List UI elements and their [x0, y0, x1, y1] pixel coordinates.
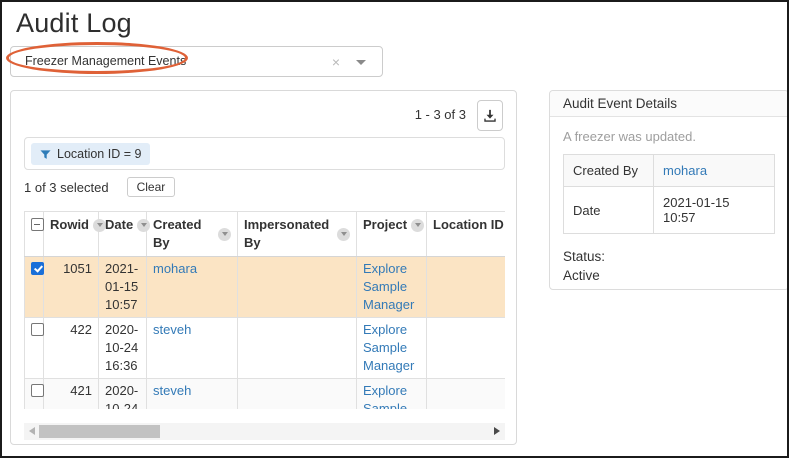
status-value: Active — [563, 266, 775, 285]
project-cell: Explore Sample Manager — [357, 379, 427, 410]
column-menu-icon[interactable] — [137, 219, 150, 232]
location-id-cell — [427, 318, 506, 379]
details-panel-body: A freezer was updated. Created By mohara… — [550, 117, 788, 297]
project-link[interactable]: Explore Sample Manager — [363, 322, 414, 373]
download-icon — [483, 109, 497, 123]
rowid-cell: 422 — [44, 318, 99, 379]
selection-status: 1 of 3 selected — [24, 180, 109, 195]
column-header-date[interactable]: Date — [99, 212, 147, 257]
details-table: Created By mohara Date 2021-01-15 10:57 — [563, 154, 775, 234]
selection-row: 1 of 3 selected Clear — [24, 175, 175, 199]
scrollbar-thumb[interactable] — [39, 425, 160, 438]
table-row: 422 2020-10-24 16:36 steveh Explore Samp… — [25, 318, 506, 379]
chevron-down-icon[interactable] — [356, 60, 366, 65]
date-cell: 2021-01-15 10:57 — [99, 257, 147, 318]
event-type-select[interactable]: Freezer Management Events × — [10, 46, 383, 77]
column-header-project[interactable]: Project — [357, 212, 427, 257]
location-id-cell — [427, 379, 506, 410]
export-button[interactable] — [477, 100, 503, 131]
project-cell: Explore Sample Manager — [357, 318, 427, 379]
status-label: Status: — [563, 247, 775, 266]
column-menu-icon[interactable] — [218, 228, 231, 241]
column-header-impersonated-by[interactable]: Impersonated By — [238, 212, 357, 257]
details-field-label: Created By — [564, 155, 654, 187]
select-all-header[interactable] — [25, 212, 44, 257]
details-row: Date 2021-01-15 10:57 — [564, 187, 775, 234]
user-link[interactable]: steveh — [153, 322, 191, 337]
location-id-cell — [427, 257, 506, 318]
table-row: 421 2020-10-24 16:34 steveh Explore Samp… — [25, 379, 506, 410]
grid-header-row: Rowid Date Created By Impersonated By Pr… — [25, 212, 506, 257]
filter-chip-label: Location ID = 9 — [57, 147, 141, 161]
filter-bar: Location ID = 9 — [24, 137, 505, 170]
row-select-cell[interactable] — [25, 318, 44, 379]
project-cell: Explore Sample Manager — [357, 257, 427, 318]
clear-selection-icon[interactable]: × — [332, 54, 340, 70]
user-link[interactable]: steveh — [153, 383, 191, 398]
row-checkbox[interactable] — [31, 323, 44, 336]
impersonated-by-cell — [238, 257, 357, 318]
pagination-label: 1 - 3 of 3 — [415, 107, 466, 122]
clear-selection-button[interactable]: Clear — [127, 177, 176, 197]
row-select-cell[interactable] — [25, 379, 44, 410]
details-field-label: Date — [564, 187, 654, 234]
column-menu-icon[interactable] — [337, 228, 350, 241]
user-link[interactable]: mohara — [153, 261, 197, 276]
audit-event-details-panel: Audit Event Details A freezer was update… — [549, 90, 789, 290]
date-cell: 2020-10-24 16:36 — [99, 318, 147, 379]
row-checkbox[interactable] — [31, 384, 44, 397]
column-header-created-by[interactable]: Created By — [147, 212, 238, 257]
select-all-checkbox[interactable] — [31, 218, 44, 231]
user-link[interactable]: mohara — [663, 163, 707, 178]
audit-grid-panel: 1 - 3 of 3 Location ID = 9 1 of 3 select… — [10, 90, 517, 445]
created-by-cell: mohara — [147, 257, 238, 318]
created-by-cell: steveh — [147, 379, 238, 410]
impersonated-by-cell — [238, 379, 357, 410]
page-title: Audit Log — [16, 8, 132, 39]
funnel-icon — [40, 149, 51, 160]
rowid-cell: 1051 — [44, 257, 99, 318]
rowid-cell: 421 — [44, 379, 99, 410]
filter-chip[interactable]: Location ID = 9 — [31, 143, 150, 165]
scroll-left-icon[interactable] — [29, 427, 35, 435]
created-by-cell: steveh — [147, 318, 238, 379]
column-header-rowid[interactable]: Rowid — [44, 212, 99, 257]
impersonated-by-cell — [238, 318, 357, 379]
project-link[interactable]: Explore Sample Manager — [363, 261, 414, 312]
event-type-select-value: Freezer Management Events — [25, 54, 186, 68]
table-row: 1051 2021-01-15 10:57 mohara Explore Sam… — [25, 257, 506, 318]
audit-log-page: Audit Log Freezer Management Events × 1 … — [0, 0, 789, 458]
details-field-value: mohara — [654, 155, 775, 187]
horizontal-scrollbar[interactable] — [24, 423, 505, 440]
details-panel-title: Audit Event Details — [550, 91, 788, 117]
audit-grid-table: Rowid Date Created By Impersonated By Pr… — [24, 211, 505, 409]
event-description: A freezer was updated. — [563, 129, 775, 144]
details-field-value: 2021-01-15 10:57 — [654, 187, 775, 234]
scroll-right-icon[interactable] — [494, 427, 500, 435]
column-menu-icon[interactable] — [411, 219, 424, 232]
column-header-location-id[interactable]: Location ID — [427, 212, 506, 257]
grid-table-wrap: Rowid Date Created By Impersonated By Pr… — [24, 211, 505, 409]
date-cell: 2020-10-24 16:34 — [99, 379, 147, 410]
row-select-cell[interactable] — [25, 257, 44, 318]
details-row: Created By mohara — [564, 155, 775, 187]
project-link[interactable]: Explore Sample Manager — [363, 383, 414, 409]
row-checkbox[interactable] — [31, 262, 44, 275]
